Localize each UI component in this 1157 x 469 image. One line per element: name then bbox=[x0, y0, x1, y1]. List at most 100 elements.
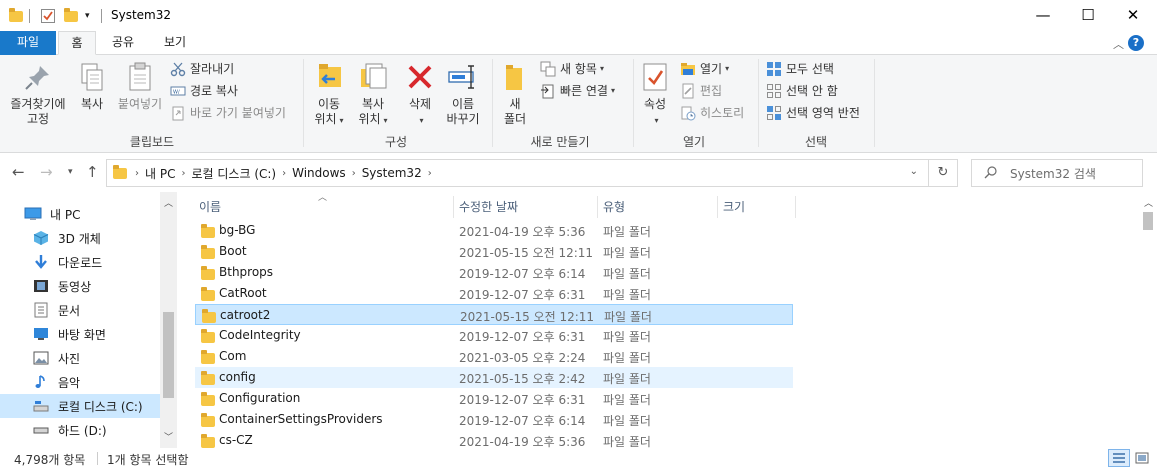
chevron-down-icon: ▾ bbox=[383, 116, 388, 125]
large-icons-view-icon[interactable] bbox=[1133, 450, 1151, 466]
file-name: CodeIntegrity bbox=[219, 328, 301, 342]
paste-shortcut-button[interactable]: 바로 가기 붙여넣기 bbox=[170, 103, 286, 123]
file-row[interactable]: Configuration 2019-12-07 오후 6:31 파일 폴더 bbox=[195, 388, 793, 409]
customize-quick-access-icon[interactable]: ▾ bbox=[85, 7, 90, 25]
file-row[interactable]: ContainerSettingsProviders 2019-12-07 오후 … bbox=[195, 409, 793, 430]
column-header-type[interactable]: 유형 bbox=[603, 198, 625, 215]
copy-to-button[interactable]: 복사 위치 ▾ bbox=[352, 61, 394, 128]
file-type: 파일 폴더 bbox=[603, 414, 651, 428]
scrollbar-thumb[interactable] bbox=[163, 312, 174, 398]
new-folder-button[interactable]: 새 폴더 bbox=[498, 61, 532, 127]
delete-button[interactable]: 삭제 ▾ bbox=[402, 61, 438, 128]
nav-item-drive-d[interactable]: 하드 (D:) bbox=[0, 418, 160, 442]
select-none-button[interactable]: 선택 안 함 bbox=[766, 81, 838, 101]
history-button[interactable]: 히스토리 bbox=[680, 103, 744, 123]
nav-item-this-pc[interactable]: 내 PC bbox=[0, 202, 160, 226]
properties-button[interactable]: 속성 ▾ bbox=[638, 61, 672, 128]
edit-button[interactable]: 편집 bbox=[680, 81, 722, 101]
file-date-modified: 2021-05-15 오전 12:11 bbox=[459, 246, 594, 260]
file-type: 파일 폴더 bbox=[603, 372, 651, 386]
new-item-button[interactable]: 새 항목 ▾ bbox=[540, 59, 604, 79]
tab-view[interactable]: 보기 bbox=[152, 31, 198, 55]
nav-item-documents[interactable]: 문서 bbox=[0, 298, 160, 322]
select-none-icon bbox=[766, 83, 782, 99]
file-row[interactable]: bg-BG 2021-04-19 오후 5:36 파일 폴더 bbox=[195, 220, 793, 241]
tab-home[interactable]: 홈 bbox=[58, 31, 96, 55]
paste-button[interactable]: 붙여넣기 bbox=[114, 61, 166, 112]
new-folder-quick-access-icon[interactable] bbox=[64, 7, 78, 25]
nav-item-3d-objects[interactable]: 3D 개체 bbox=[0, 226, 160, 250]
breadcrumb-windows[interactable]: Windows bbox=[292, 166, 346, 180]
open-group-label: 열기 bbox=[682, 135, 706, 149]
collapse-ribbon-icon[interactable]: ︿ bbox=[1113, 36, 1124, 52]
help-icon[interactable]: ? bbox=[1128, 35, 1144, 51]
nav-item-pictures[interactable]: 사진 bbox=[0, 346, 160, 370]
minimize-button[interactable]: — bbox=[1020, 0, 1066, 30]
chevron-down-icon: ▾ bbox=[725, 64, 730, 73]
file-row[interactable]: CodeIntegrity 2019-12-07 오후 6:31 파일 폴더 bbox=[195, 325, 793, 346]
file-row[interactable]: Boot 2021-05-15 오전 12:11 파일 폴더 bbox=[195, 241, 793, 262]
chevron-right-icon: › bbox=[351, 167, 356, 179]
address-bar[interactable]: › 내 PC › 로컬 디스크 (C:) › Windows › System3… bbox=[106, 159, 929, 187]
new-folder-label-line1: 새 bbox=[509, 97, 521, 111]
invert-selection-button[interactable]: 선택 영역 반전 bbox=[766, 103, 860, 123]
move-to-button[interactable]: 이동 위치 ▾ bbox=[308, 61, 350, 128]
nav-item-videos[interactable]: 동영상 bbox=[0, 274, 160, 298]
forward-arrow-icon[interactable]: → bbox=[40, 163, 53, 181]
nav-item-music[interactable]: 음악 bbox=[0, 370, 160, 394]
select-none-label: 선택 안 함 bbox=[786, 84, 838, 98]
scrollbar-thumb[interactable] bbox=[1143, 212, 1153, 230]
divider bbox=[453, 196, 454, 218]
chevron-down-icon: ▾ bbox=[339, 116, 344, 125]
properties-quick-access-icon[interactable] bbox=[40, 7, 56, 25]
search-input[interactable]: System32 검색 bbox=[971, 159, 1143, 187]
breadcrumb-system32[interactable]: System32 bbox=[362, 166, 422, 180]
file-row[interactable]: catroot2 2021-05-15 오전 12:11 파일 폴더 bbox=[195, 304, 793, 325]
tab-file[interactable]: 파일 bbox=[0, 31, 56, 55]
details-view-icon[interactable] bbox=[1108, 449, 1130, 467]
svg-text:W/: W/ bbox=[173, 90, 180, 96]
address-dropdown-icon[interactable]: ⌄ bbox=[910, 166, 918, 177]
pc-icon bbox=[24, 206, 42, 222]
up-arrow-icon[interactable]: ↑ bbox=[86, 163, 99, 181]
tab-share[interactable]: 공유 bbox=[100, 31, 146, 55]
nav-item-label: 로컬 디스크 (C:) bbox=[58, 399, 143, 414]
file-list-scrollbar[interactable]: ︿ bbox=[1139, 192, 1157, 448]
chevron-right-icon: › bbox=[181, 167, 186, 179]
breadcrumb-local-disk[interactable]: 로컬 디스크 (C:) bbox=[191, 165, 276, 182]
recent-locations-chevron-icon[interactable]: ▾ bbox=[68, 167, 73, 177]
scroll-up-icon[interactable]: ︿ bbox=[1144, 196, 1153, 209]
close-button[interactable]: ✕ bbox=[1110, 0, 1156, 30]
item-count: 4,798개 항목 bbox=[14, 453, 86, 467]
file-row[interactable]: CatRoot 2019-12-07 오후 6:31 파일 폴더 bbox=[195, 283, 793, 304]
cut-button[interactable]: 잘라내기 bbox=[170, 59, 234, 79]
open-button[interactable]: 열기 ▾ bbox=[680, 59, 729, 79]
chevron-right-icon: › bbox=[135, 167, 139, 179]
nav-pane-scrollbar[interactable]: ︿ ﹀ bbox=[160, 192, 177, 448]
maximize-button[interactable]: ☐ bbox=[1065, 0, 1111, 30]
refresh-button[interactable]: ↻ bbox=[929, 159, 958, 187]
scroll-up-icon[interactable]: ︿ bbox=[164, 196, 173, 209]
nav-item-label: 사진 bbox=[58, 351, 81, 366]
select-all-button[interactable]: 모두 선택 bbox=[766, 59, 834, 79]
back-arrow-icon[interactable]: ← bbox=[12, 163, 25, 181]
column-header-date[interactable]: 수정한 날짜 bbox=[459, 198, 518, 215]
chevron-down-icon: ▾ bbox=[599, 64, 604, 73]
easy-access-button[interactable]: 빠른 연결 ▾ bbox=[540, 81, 615, 101]
file-row[interactable]: Bthprops 2019-12-07 오후 6:14 파일 폴더 bbox=[195, 262, 793, 283]
file-row[interactable]: config 2021-05-15 오후 2:42 파일 폴더 bbox=[195, 367, 793, 388]
column-header-size[interactable]: 크기 bbox=[723, 198, 745, 215]
new-item-icon bbox=[540, 61, 556, 77]
scroll-down-icon[interactable]: ﹀ bbox=[164, 430, 173, 443]
file-row[interactable]: Com 2021-03-05 오후 2:24 파일 폴더 bbox=[195, 346, 793, 367]
copy-path-button[interactable]: W/ 경로 복사 bbox=[170, 81, 238, 101]
pin-to-quick-access-button[interactable]: 즐겨찾기에 고정 bbox=[6, 61, 70, 127]
copy-button[interactable]: 복사 bbox=[76, 61, 108, 112]
column-header-name[interactable]: 이름 bbox=[199, 198, 221, 215]
nav-item-downloads[interactable]: 다운로드 bbox=[0, 250, 160, 274]
folder-icon bbox=[201, 266, 215, 280]
rename-button[interactable]: 이름 바꾸기 bbox=[442, 61, 484, 127]
nav-item-desktop[interactable]: 바탕 화면 bbox=[0, 322, 160, 346]
nav-item-local-disk-c[interactable]: 로컬 디스크 (C:) bbox=[0, 394, 160, 418]
breadcrumb-this-pc[interactable]: 내 PC bbox=[145, 165, 175, 182]
